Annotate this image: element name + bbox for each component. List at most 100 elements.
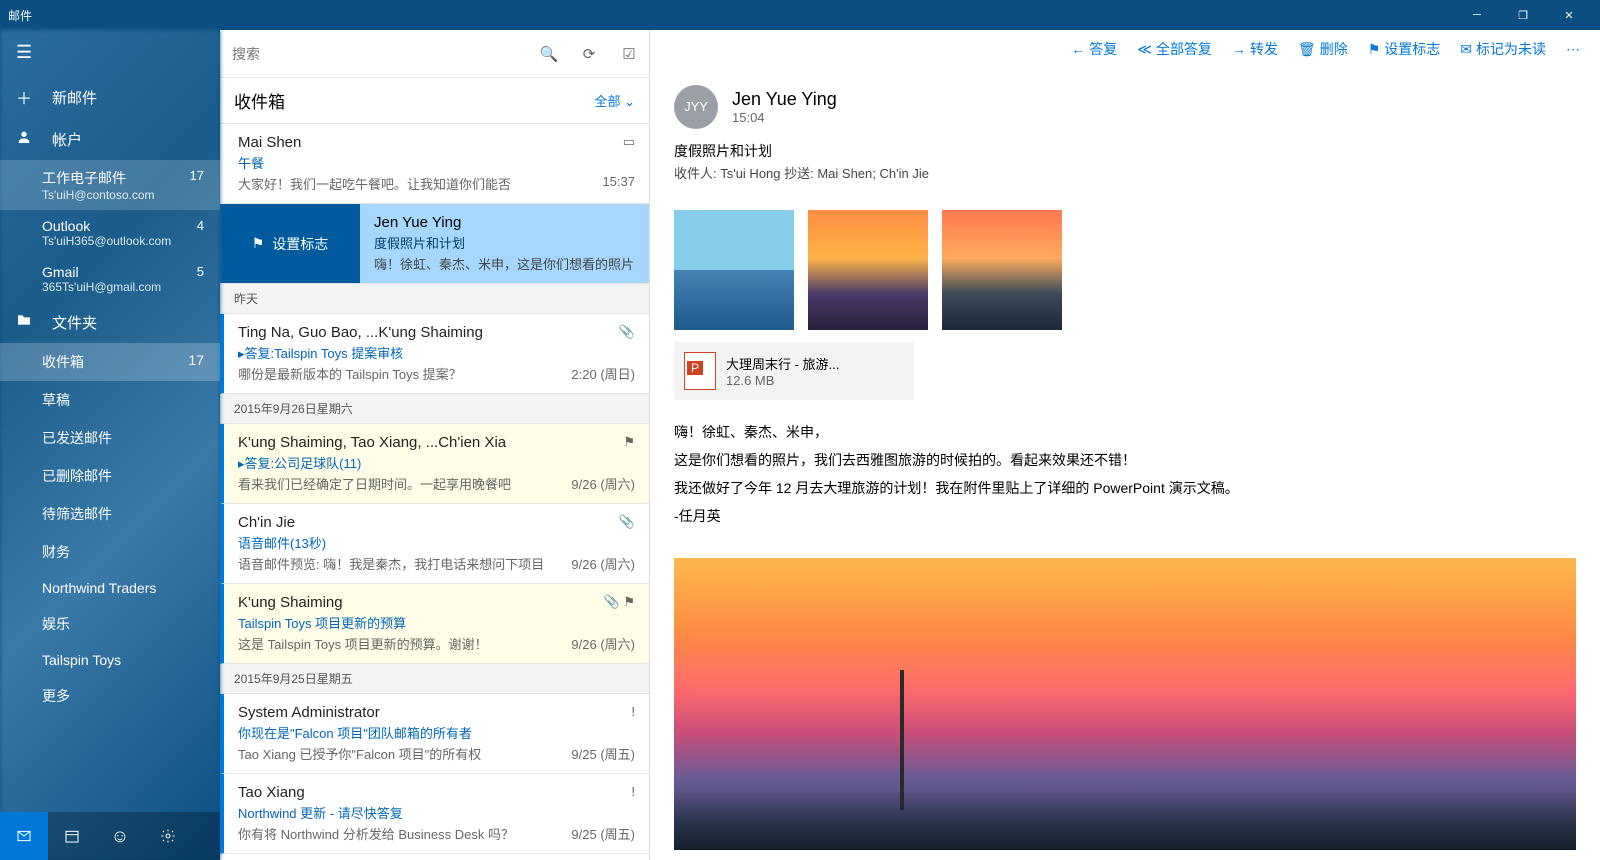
folder-item[interactable]: 更多 — [0, 677, 220, 715]
flag-icon: ⚑ — [252, 235, 265, 252]
message-from: System Administrator — [238, 704, 635, 721]
calendar-tab[interactable] — [48, 812, 96, 860]
account-count: 4 — [197, 218, 204, 233]
message-from: K'ung Shaiming, Tao Xiang, ...Ch'ien Xia — [238, 434, 635, 451]
folder-name: 已删除邮件 — [42, 466, 112, 486]
account-name: Gmail — [42, 264, 204, 280]
message-item-selected[interactable]: Jen Yue Ying度假照片和计划嗨！徐虹、秦杰、米申，这是你们想看的照片 — [360, 204, 649, 283]
message-preview: 大家好！我们一起吃午餐吧。让我知道你们能否 — [238, 174, 594, 193]
date-group: 2015年9月26日星期六 — [220, 394, 649, 424]
search-icon[interactable]: 🔍 — [529, 45, 569, 63]
message-from: Mai Shen — [238, 134, 635, 151]
message-from: K'ung Shaiming — [238, 594, 635, 611]
message-body: 嗨！徐虹、秦杰、米申， 这是你们想看的照片，我们去西雅图旅游的时候拍的。看起来效… — [650, 400, 1600, 548]
folder-item[interactable]: 草稿 — [0, 381, 220, 419]
account-count: 17 — [190, 168, 204, 183]
folder-name: 草稿 — [42, 390, 70, 410]
message-indicators: ⚑ — [623, 434, 635, 450]
sent-time: 15:04 — [732, 110, 837, 125]
search-input[interactable] — [220, 46, 529, 62]
message-date: 9/26 (周六) — [571, 634, 635, 653]
folder-name: 更多 — [42, 686, 70, 706]
reply-button[interactable]: ← 答复 — [1071, 39, 1117, 59]
account-email: Ts'uiH@contoso.com — [42, 188, 204, 202]
folder-name: 待筛选邮件 — [42, 504, 112, 524]
folder-item[interactable]: Tailspin Toys — [0, 643, 220, 677]
message-subject: 度假照片和计划 — [374, 233, 635, 252]
folder-item[interactable]: 已发送邮件 — [0, 419, 220, 457]
avatar: JYY — [674, 85, 718, 129]
folder-item[interactable]: Northwind Traders — [0, 571, 220, 605]
titlebar: 邮件 ─ ❐ ✕ — [0, 0, 1600, 30]
more-button[interactable]: ⋯ — [1566, 41, 1580, 58]
message-indicators: 📎 ⚑ — [604, 594, 635, 610]
close-button[interactable]: ✕ — [1546, 9, 1592, 22]
folder-item[interactable]: 娱乐 — [0, 605, 220, 643]
mail-tab[interactable] — [0, 812, 48, 860]
date-group: 昨天 — [220, 284, 649, 314]
folder-name: Northwind Traders — [42, 580, 156, 596]
message-from: Tao Xiang — [238, 784, 635, 801]
message-subject: Northwind 更新 - 请尽快答复 — [238, 803, 635, 822]
minimize-button[interactable]: ─ — [1454, 9, 1500, 21]
account-item[interactable]: 4OutlookTs'uiH365@outlook.com — [0, 210, 220, 256]
mark-unread-button[interactable]: ✉ 标记为未读 — [1460, 39, 1546, 59]
account-name: 工作电子邮件 — [42, 168, 204, 188]
settings-button[interactable] — [144, 812, 192, 860]
image-attachment[interactable] — [808, 210, 928, 330]
flag-action[interactable]: ⚑设置标志 — [220, 204, 360, 283]
message-item[interactable]: 📎Ting Na, Guo Bao, ...K'ung Shaiming ▸答复:… — [220, 314, 649, 394]
account-email: Ts'uiH365@outlook.com — [42, 234, 204, 248]
folder-count: 17 — [188, 352, 204, 372]
account-item[interactable]: 17工作电子邮件Ts'uiH@contoso.com — [0, 160, 220, 210]
message-from: Ting Na, Guo Bao, ...K'ung Shaiming — [238, 324, 635, 341]
folders-header[interactable]: 文件夹 — [0, 302, 220, 343]
account-name: Outlook — [42, 218, 204, 234]
message-item[interactable]: ⚑K'ung Shaiming, Tao Xiang, ...Ch'ien Xi… — [220, 424, 649, 504]
message-indicators: 📎 — [619, 324, 635, 340]
message-item[interactable]: 📎 ⚑K'ung ShaimingTailspin Toys 项目更新的预算这是… — [220, 584, 649, 664]
message-subject: ▸答复:Tailspin Toys 提案审核 — [238, 343, 635, 362]
attachments-row — [650, 198, 1600, 342]
account-item[interactable]: 5Gmail365Ts'uiH@gmail.com — [0, 256, 220, 302]
folder-icon — [16, 312, 38, 333]
image-attachment[interactable] — [942, 210, 1062, 330]
flag-button[interactable]: ⚑ 设置标志 — [1368, 39, 1441, 59]
reply-all-button[interactable]: ≪ 全部答复 — [1137, 39, 1212, 59]
filter-dropdown[interactable]: 全部 ⌄ — [594, 91, 635, 110]
feedback-button[interactable]: ☺ — [96, 812, 144, 860]
folder-item[interactable]: 已删除邮件 — [0, 457, 220, 495]
file-attachment[interactable]: 大理周末行 - 旅游... 12.6 MB — [674, 342, 914, 400]
message-date: 9/26 (周六) — [571, 474, 635, 493]
select-mode-icon[interactable]: ☑ — [609, 45, 649, 63]
hamburger-button[interactable]: ☰ — [0, 30, 220, 75]
message-from: Ch'in Jie — [238, 514, 635, 531]
recipients: 收件人: Ts'ui Hong 抄送: Mai Shen; Ch'in Jie — [674, 163, 1576, 182]
message-subject: ▸答复:公司足球队(11) — [238, 453, 635, 472]
folder-item[interactable]: 收件箱 17 — [0, 343, 220, 381]
message-item[interactable]: 📎Ch'in Jie语音邮件(13秒)语音邮件预览: 嗨！我是秦杰，我打电话来想… — [220, 504, 649, 584]
message-indicators: ! — [631, 704, 635, 719]
sync-icon[interactable]: ⟳ — [569, 45, 609, 63]
message-item[interactable]: !Tao XiangNorthwind 更新 - 请尽快答复你有将 Northw… — [220, 774, 649, 854]
message-item[interactable]: !System Administrator你现在是"Falcon 项目"团队邮箱… — [220, 694, 649, 774]
delete-button[interactable]: 🗑 删除 — [1298, 39, 1348, 59]
list-header: 收件箱 全部 ⌄ — [220, 78, 649, 124]
accounts-header[interactable]: 帐户 — [0, 119, 220, 160]
account-email: 365Ts'uiH@gmail.com — [42, 280, 204, 294]
message-date: 9/25 (周五) — [571, 824, 635, 843]
message-list[interactable]: ▭Mai Shen午餐大家好！我们一起吃午餐吧。让我知道你们能否15:37⚑设置… — [220, 124, 649, 860]
image-attachment[interactable] — [674, 210, 794, 330]
folder-name: 已发送邮件 — [42, 428, 112, 448]
folder-item[interactable]: 财务 — [0, 533, 220, 571]
forward-button[interactable]: → 转发 — [1232, 39, 1278, 59]
message-item[interactable]: ▭Mai Shen午餐大家好！我们一起吃午餐吧。让我知道你们能否15:37 — [220, 124, 649, 204]
maximize-button[interactable]: ❐ — [1500, 9, 1546, 22]
folder-name: 收件箱 — [42, 352, 84, 372]
folder-item[interactable]: 待筛选邮件 — [0, 495, 220, 533]
message-indicators: ▭ — [623, 134, 635, 150]
new-mail-button[interactable]: ＋ 新邮件 — [0, 75, 220, 119]
bottom-bar: ☺ — [0, 812, 220, 860]
folder-name: 财务 — [42, 542, 70, 562]
message-subject: 午餐 — [238, 153, 635, 172]
